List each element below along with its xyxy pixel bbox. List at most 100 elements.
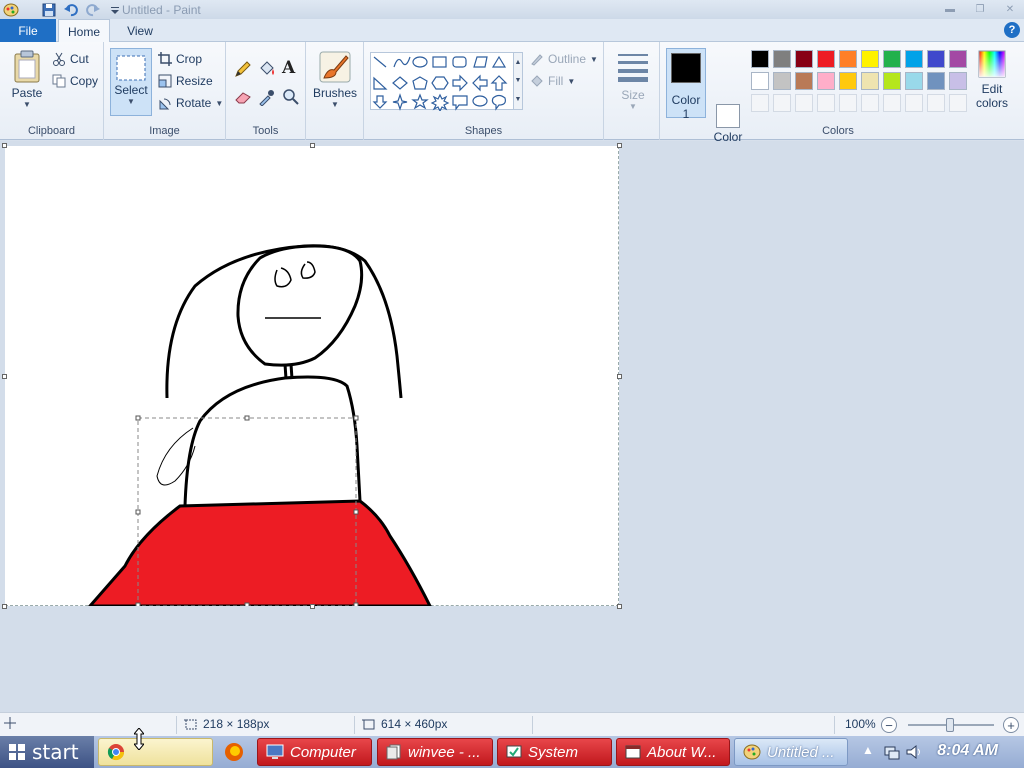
palette-empty-slot[interactable] [861, 94, 879, 112]
fill-button[interactable]: Fill ▼ [530, 74, 575, 88]
palette-swatch[interactable] [817, 50, 835, 68]
palette-swatch[interactable] [751, 50, 769, 68]
palette-swatch[interactable] [839, 50, 857, 68]
palette-swatch[interactable] [817, 72, 835, 90]
redo-icon[interactable] [84, 2, 102, 18]
taskbar-system[interactable]: System [497, 738, 612, 766]
palette-swatch[interactable] [905, 72, 923, 90]
paste-button[interactable]: Paste ▼ [8, 50, 46, 109]
save-icon[interactable] [40, 2, 58, 18]
palette-empty-slot[interactable] [839, 94, 857, 112]
cut-button[interactable]: Cut [52, 52, 89, 66]
select-dropdown-icon[interactable]: ▼ [127, 97, 135, 106]
pencil-icon[interactable] [234, 60, 252, 81]
help-icon[interactable]: ? [1004, 22, 1020, 38]
palette-swatch[interactable] [949, 50, 967, 68]
palette-swatch[interactable] [773, 72, 791, 90]
fill-dropdown-icon[interactable]: ▼ [567, 77, 575, 86]
undo-icon[interactable] [62, 2, 80, 18]
paint-app-icon[interactable] [2, 2, 20, 18]
shapes-expand-icon[interactable]: ▼ [515, 96, 522, 103]
canvas-resize-bottom[interactable] [310, 604, 315, 609]
taskbar-computer[interactable]: Computer [257, 738, 372, 766]
shapes-scroll-down-icon[interactable]: ▼ [515, 77, 522, 84]
fill-bucket-icon[interactable] [258, 60, 276, 81]
palette-empty-slot[interactable] [817, 94, 835, 112]
zoom-out-button[interactable]: − [881, 717, 897, 733]
tools-group-label: Tools [252, 125, 279, 137]
maximize-icon[interactable]: ❐ [972, 4, 988, 16]
brushes-dropdown-icon[interactable]: ▼ [331, 100, 339, 109]
palette-empty-slot[interactable] [773, 94, 791, 112]
taskbar-paint-label: Untitled ... [767, 743, 835, 761]
size-dropdown-icon[interactable]: ▼ [629, 102, 637, 111]
palette-swatch[interactable] [927, 72, 945, 90]
network-icon[interactable] [884, 744, 900, 763]
image-size-icon [362, 719, 375, 730]
workspace[interactable] [0, 141, 1024, 712]
resize-button[interactable]: Resize [158, 74, 213, 88]
taskbar-paint[interactable]: Untitled ... [734, 738, 848, 766]
select-button[interactable]: Select ▼ [110, 48, 152, 116]
left-arrow-shape-icon [472, 74, 488, 92]
palette-empty-slot[interactable] [883, 94, 901, 112]
palette-swatch[interactable] [861, 72, 879, 90]
palette-swatch[interactable] [949, 72, 967, 90]
minimize-icon[interactable]: ▬ [942, 4, 958, 16]
color-picker-icon[interactable] [258, 88, 276, 109]
magnifier-icon[interactable] [282, 88, 300, 109]
show-hidden-icons-icon[interactable]: ▲ [862, 743, 874, 757]
tab-home[interactable]: Home [58, 19, 110, 43]
palette-empty-slot[interactable] [795, 94, 813, 112]
crop-button[interactable]: Crop [158, 52, 202, 66]
palette-swatch[interactable] [927, 50, 945, 68]
size-button[interactable]: Size ▼ [614, 50, 652, 111]
taskbar-winvee[interactable]: winvee - ... [377, 738, 493, 766]
taskbar-about-windows[interactable]: About W... [616, 738, 730, 766]
paste-label: Paste [11, 86, 43, 100]
canvas-resize-right[interactable] [617, 374, 622, 379]
zoom-slider-thumb[interactable] [946, 718, 954, 732]
clock[interactable]: 8:04 AM [937, 742, 998, 760]
tab-file[interactable]: File [0, 19, 56, 42]
palette-swatch[interactable] [839, 72, 857, 90]
edit-colors-button[interactable]: Edit colors [970, 50, 1014, 120]
start-button[interactable]: start [0, 736, 94, 768]
palette-empty-slot[interactable] [949, 94, 967, 112]
palette-swatch[interactable] [883, 50, 901, 68]
brushes-button[interactable]: Brushes ▼ [312, 50, 358, 109]
rotate-dropdown-icon[interactable]: ▼ [215, 99, 223, 108]
curve-shape-icon [393, 56, 411, 68]
palette-empty-slot[interactable] [751, 94, 769, 112]
canvas-resize-corner[interactable] [617, 604, 622, 609]
up-arrow-shape-icon [490, 75, 508, 91]
rotate-button[interactable]: Rotate ▼ [158, 96, 223, 110]
palette-swatch[interactable] [795, 72, 813, 90]
taskbar-chrome[interactable] [98, 738, 213, 766]
shapes-scroll[interactable]: ▲ ▼ ▼ [513, 52, 523, 110]
text-tool-icon[interactable]: A [282, 58, 295, 78]
tab-view[interactable]: View [114, 19, 166, 42]
color1-button[interactable]: Color 1 [666, 48, 706, 121]
paste-dropdown-icon[interactable]: ▼ [23, 100, 31, 109]
zoom-in-button[interactable]: + [1003, 717, 1019, 733]
firefox-icon[interactable] [224, 742, 244, 765]
copy-button[interactable]: Copy [52, 74, 98, 88]
palette-empty-slot[interactable] [905, 94, 923, 112]
palette-swatch[interactable] [795, 50, 813, 68]
palette-swatch[interactable] [773, 50, 791, 68]
palette-empty-slot[interactable] [927, 94, 945, 112]
line-size-icon [618, 54, 648, 82]
close-icon[interactable]: ✕ [1002, 4, 1018, 16]
taskbar-computer-label: Computer [290, 743, 356, 761]
volume-icon[interactable] [906, 744, 922, 763]
palette-swatch[interactable] [883, 72, 901, 90]
outline-dropdown-icon[interactable]: ▼ [590, 55, 598, 64]
palette-swatch[interactable] [905, 50, 923, 68]
palette-swatch[interactable] [861, 50, 879, 68]
palette-swatch[interactable] [751, 72, 769, 90]
outline-button[interactable]: Outline ▼ [530, 52, 598, 66]
eraser-icon[interactable] [234, 88, 252, 109]
drawing-canvas[interactable] [5, 146, 619, 608]
shapes-scroll-up-icon[interactable]: ▲ [515, 59, 522, 66]
